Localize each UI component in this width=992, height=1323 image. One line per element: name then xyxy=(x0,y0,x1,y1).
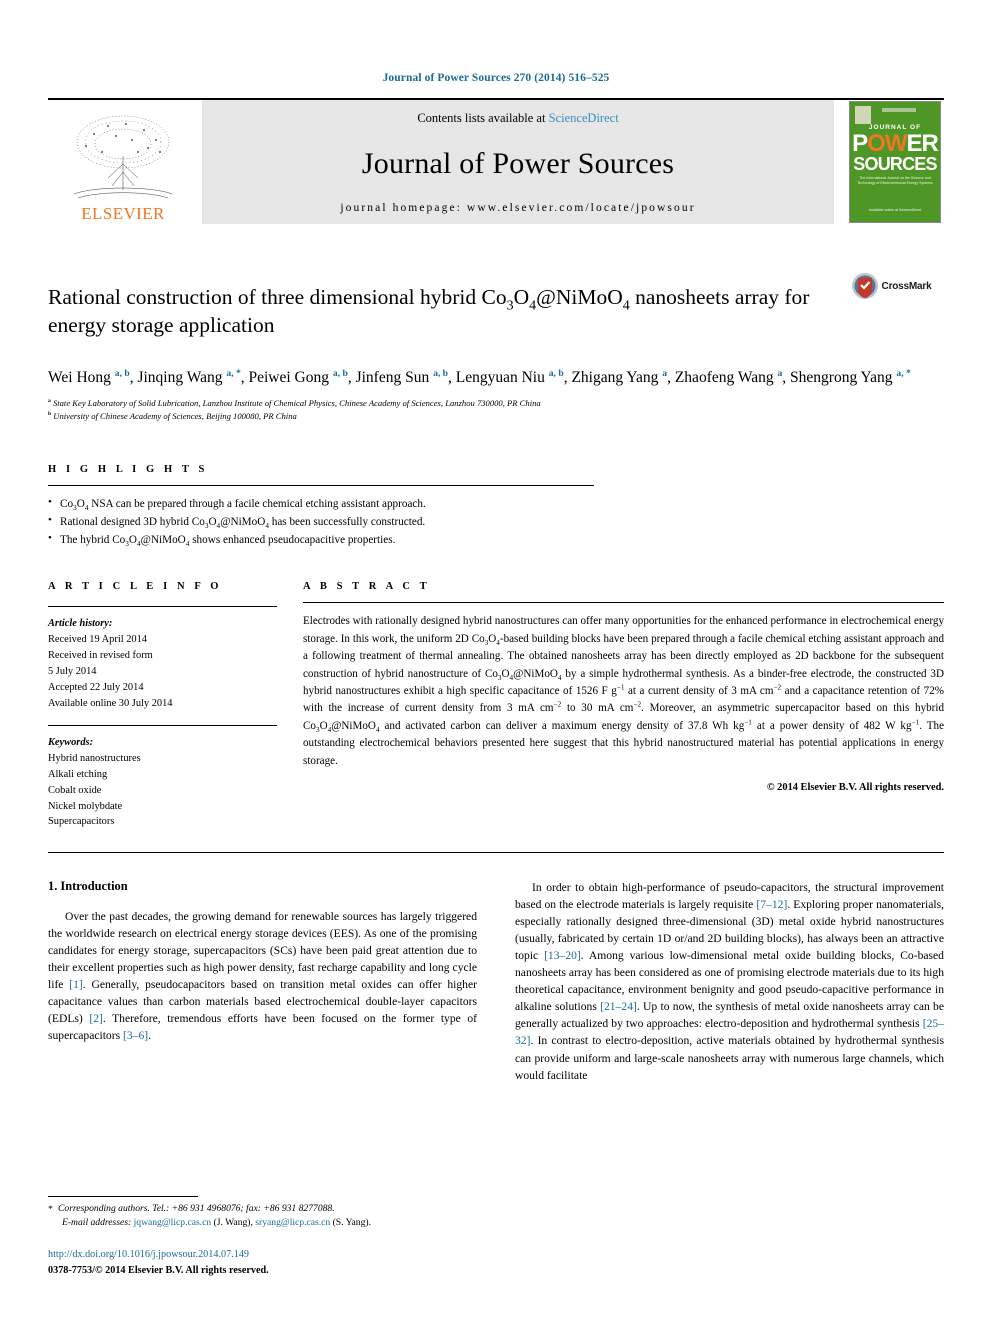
journal-homepage[interactable]: journal homepage: www.elsevier.com/locat… xyxy=(340,202,695,214)
history-item: 5 July 2014 xyxy=(48,665,97,677)
email-link-1[interactable]: jqwang@licp.cas.cn xyxy=(134,1217,212,1228)
keyword-item: Supercapacitors xyxy=(48,816,115,828)
journal-masthead: ELSEVIER Contents lists available at Sci… xyxy=(48,98,944,224)
keyword-item: Nickel molybdate xyxy=(48,800,123,812)
history-item: Received 19 April 2014 xyxy=(48,634,147,646)
doi-block: http://dx.doi.org/10.1016/j.jpowsour.201… xyxy=(48,1247,454,1279)
keywords-divider xyxy=(48,725,277,727)
highlight-item: Rational designed 3D hybrid Co3O4@NiMoO4… xyxy=(48,512,944,531)
history-item: Accepted 22 July 2014 xyxy=(48,681,144,693)
author-item: Zhaofeng Wang a xyxy=(674,367,783,386)
footnote-divider xyxy=(48,1196,198,1197)
author-item: Jinqing Wang a, * xyxy=(137,367,241,386)
email-owner-2: (S. Yang). xyxy=(332,1217,371,1229)
citation-ref[interactable]: [1] xyxy=(69,978,83,991)
author-item: Peiwei Gong a, b xyxy=(248,367,348,386)
elsevier-wordmark: ELSEVIER xyxy=(81,204,165,223)
abstract-section: A B S T R A C T Electrodes with rational… xyxy=(303,581,944,830)
cover-footer: Available online at ScienceDirect xyxy=(868,208,922,213)
section-heading-introduction: 1. Introduction xyxy=(48,879,128,894)
doi-link[interactable]: http://dx.doi.org/10.1016/j.jpowsour.201… xyxy=(48,1247,454,1263)
elsevier-tree-icon xyxy=(73,115,173,199)
cover-subtitle: The International Journal on the Science… xyxy=(857,176,933,186)
cover-sources-word: SOURCES xyxy=(853,154,937,174)
affiliation-list: a State Key Laboratory of Solid Lubricat… xyxy=(48,397,944,422)
cover-elsevier-logo-icon xyxy=(855,106,871,124)
abstract-text: Electrodes with rationally designed hybr… xyxy=(303,615,945,767)
article-info-section: A R T I C L E I N F O Article history: R… xyxy=(48,581,303,830)
citation-ref[interactable]: [25–32] xyxy=(515,1017,944,1047)
email-note: E-mail addresses: jqwang@licp.cas.cn (J.… xyxy=(48,1216,454,1230)
body-column-right: In order to obtain high-performance of p… xyxy=(515,879,944,1083)
citation-ref[interactable]: [13–20] xyxy=(544,949,581,962)
email-link-2[interactable]: sryang@licp.cas.cn xyxy=(255,1217,330,1228)
citation-ref[interactable]: [2] xyxy=(89,1012,103,1025)
abstract-copyright: © 2014 Elsevier B.V. All rights reserved… xyxy=(766,782,944,794)
highlights-section: H I G H L I G H T S Co3O4 NSA can be pre… xyxy=(48,464,944,549)
page-title: Rational construction of three dimension… xyxy=(48,285,810,338)
highlights-divider xyxy=(48,485,594,487)
keywords-label: Keywords: xyxy=(48,737,94,749)
contents-prefix: Contents lists available at xyxy=(417,111,549,125)
affiliation-text: University of Chinese Academy of Science… xyxy=(53,410,297,421)
body-paragraph: In order to obtain high-performance of p… xyxy=(515,881,944,1082)
info-abstract-row: A R T I C L E I N F O Article history: R… xyxy=(48,581,944,830)
keyword-item: Hybrid nanostructures xyxy=(48,753,141,765)
email-owner-1: (J. Wang), xyxy=(213,1217,253,1229)
citation-ref[interactable]: [21–24] xyxy=(600,1000,637,1013)
issn-copyright: 0378-7753/© 2014 Elsevier B.V. All right… xyxy=(48,1265,269,1277)
highlight-item: The hybrid Co3O4@NiMoO4 shows enhanced p… xyxy=(48,530,944,549)
sciencedirect-link[interactable]: ScienceDirect xyxy=(549,111,619,125)
article-info-heading: A R T I C L E I N F O xyxy=(48,581,223,593)
abstract-divider xyxy=(303,602,944,604)
body-column-left: 1. Introduction Over the past decades, t… xyxy=(48,879,477,1083)
asterisk-icon: * xyxy=(48,1204,53,1215)
article-info-divider xyxy=(48,606,277,608)
keywords-block: Keywords: Hybrid nanostructures Alkali e… xyxy=(48,735,287,830)
body-columns: 1. Introduction Over the past decades, t… xyxy=(48,879,944,1083)
history-item: Received in revised form xyxy=(48,650,153,662)
author-item: Jinfeng Sun a, b xyxy=(355,367,449,386)
corresponding-authors-text: Corresponding authors. Tel.: +86 931 496… xyxy=(58,1203,335,1214)
footnote-block: * Corresponding authors. Tel.: +86 931 4… xyxy=(48,1196,454,1279)
article-history-label: Article history: xyxy=(48,618,113,630)
citation-ref[interactable]: [3–6] xyxy=(123,1029,148,1042)
author-item: Lengyuan Niu a, b xyxy=(455,367,564,386)
corresponding-author-note: * Corresponding authors. Tel.: +86 931 4… xyxy=(48,1202,454,1216)
cover-power-word: POWER xyxy=(852,130,939,157)
running-head: Journal of Power Sources 270 (2014) 516–… xyxy=(382,72,610,84)
body-top-divider xyxy=(48,852,944,854)
keyword-item: Alkali etching xyxy=(48,768,108,780)
article-page: Journal of Power Sources 270 (2014) 516–… xyxy=(0,0,992,1323)
crossmark-badge[interactable]: CrossMark xyxy=(838,270,944,300)
author-item: Shengrong Yang a, * xyxy=(790,367,911,386)
citation-ref[interactable]: [7–12] xyxy=(756,898,787,911)
abstract-heading: A B S T R A C T xyxy=(303,581,431,593)
crossmark-icon[interactable] xyxy=(851,272,879,300)
journal-cover-thumbnail: JOURNAL OF POWER SOURCES The Internation… xyxy=(846,100,944,224)
journal-title: Journal of Power Sources xyxy=(361,147,675,180)
affiliation-item: a State Key Laboratory of Solid Lubricat… xyxy=(48,398,541,409)
cover-top-band xyxy=(882,108,916,112)
affiliation-item: b University of Chinese Academy of Scien… xyxy=(48,410,297,421)
author-item: Zhigang Yang a xyxy=(571,367,668,386)
email-addresses-label: E-mail addresses: xyxy=(62,1217,132,1229)
title-row: Rational construction of three dimension… xyxy=(48,270,944,355)
contents-available-line: Contents lists available at ScienceDirec… xyxy=(417,111,618,126)
body-paragraph: Over the past decades, the growing deman… xyxy=(48,910,477,1043)
history-item: Available online 30 July 2014 xyxy=(48,697,173,709)
journal-banner: Contents lists available at ScienceDirec… xyxy=(202,100,834,224)
crossmark-label: CrossMark xyxy=(881,280,932,292)
highlights-list: Co3O4 NSA can be prepared through a faci… xyxy=(48,494,944,549)
keyword-item: Cobalt oxide xyxy=(48,784,102,796)
elsevier-logo: ELSEVIER xyxy=(48,100,198,224)
author-list: Wei Hong a, b, Jinqing Wang a, *, Peiwei… xyxy=(48,367,911,386)
author-item: Wei Hong a, b xyxy=(48,367,130,386)
highlight-item: Co3O4 NSA can be prepared through a faci… xyxy=(48,494,944,513)
affiliation-text: State Key Laboratory of Solid Lubricatio… xyxy=(52,398,541,409)
highlights-heading: H I G H L I G H T S xyxy=(48,464,208,476)
article-history-block: Article history: Received 19 April 2014 … xyxy=(48,616,287,711)
